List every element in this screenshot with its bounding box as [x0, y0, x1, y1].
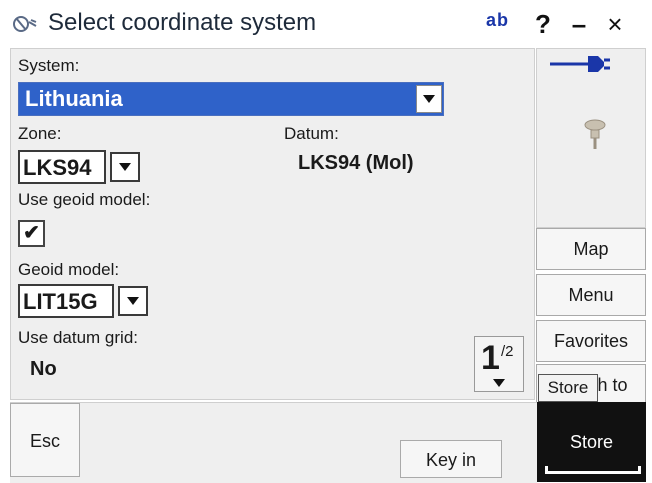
favorites-button[interactable]: Favorites — [536, 320, 646, 362]
datum-grid-label: Use datum grid: — [18, 328, 138, 347]
system-select[interactable]: Lithuania — [18, 82, 444, 116]
page-total: /2 — [501, 343, 514, 360]
datum-grid-value: No — [30, 358, 57, 380]
esc-button[interactable]: Esc — [10, 403, 80, 477]
datum-value: LKS94 (Mol) — [298, 152, 414, 174]
arrow-down-icon — [493, 379, 505, 387]
use-geoid-checkbox[interactable]: ✔ — [18, 220, 45, 247]
zone-value: LKS94 — [23, 155, 92, 180]
zone-select[interactable]: LKS94 — [18, 150, 106, 184]
satellite-icon — [13, 16, 37, 32]
datum-label: Datum: — [284, 124, 339, 143]
system-value: Lithuania — [25, 86, 123, 111]
system-label: System: — [18, 56, 80, 75]
receiver-icon — [584, 119, 606, 149]
chevron-down-icon[interactable] — [416, 85, 442, 113]
page-current: 1 — [481, 339, 500, 377]
close-button[interactable]: × — [600, 9, 630, 39]
input-mode-button[interactable]: ab — [486, 10, 516, 36]
map-button[interactable]: Map — [536, 228, 646, 270]
zone-label: Zone: — [18, 124, 62, 143]
help-button[interactable]: ? — [528, 9, 558, 39]
chevron-down-icon[interactable] — [118, 286, 148, 316]
enter-key-icon — [545, 466, 641, 474]
geoid-model-value: LIT15G — [23, 289, 98, 314]
window-title: Select coordinate system — [48, 9, 317, 36]
menu-button[interactable]: Menu — [536, 274, 646, 316]
page-switch-button[interactable]: 1 /2 — [474, 336, 524, 392]
geoid-model-select[interactable]: LIT15G — [18, 284, 114, 318]
key-in-button[interactable]: Key in — [400, 440, 502, 478]
use-geoid-label: Use geoid model: — [18, 190, 151, 209]
store-tooltip: Store — [538, 374, 598, 402]
chevron-down-icon[interactable] — [110, 152, 140, 182]
minimize-button[interactable]: – — [564, 9, 594, 39]
geoid-model-label: Geoid model: — [18, 260, 120, 279]
plug-icon — [550, 56, 610, 72]
